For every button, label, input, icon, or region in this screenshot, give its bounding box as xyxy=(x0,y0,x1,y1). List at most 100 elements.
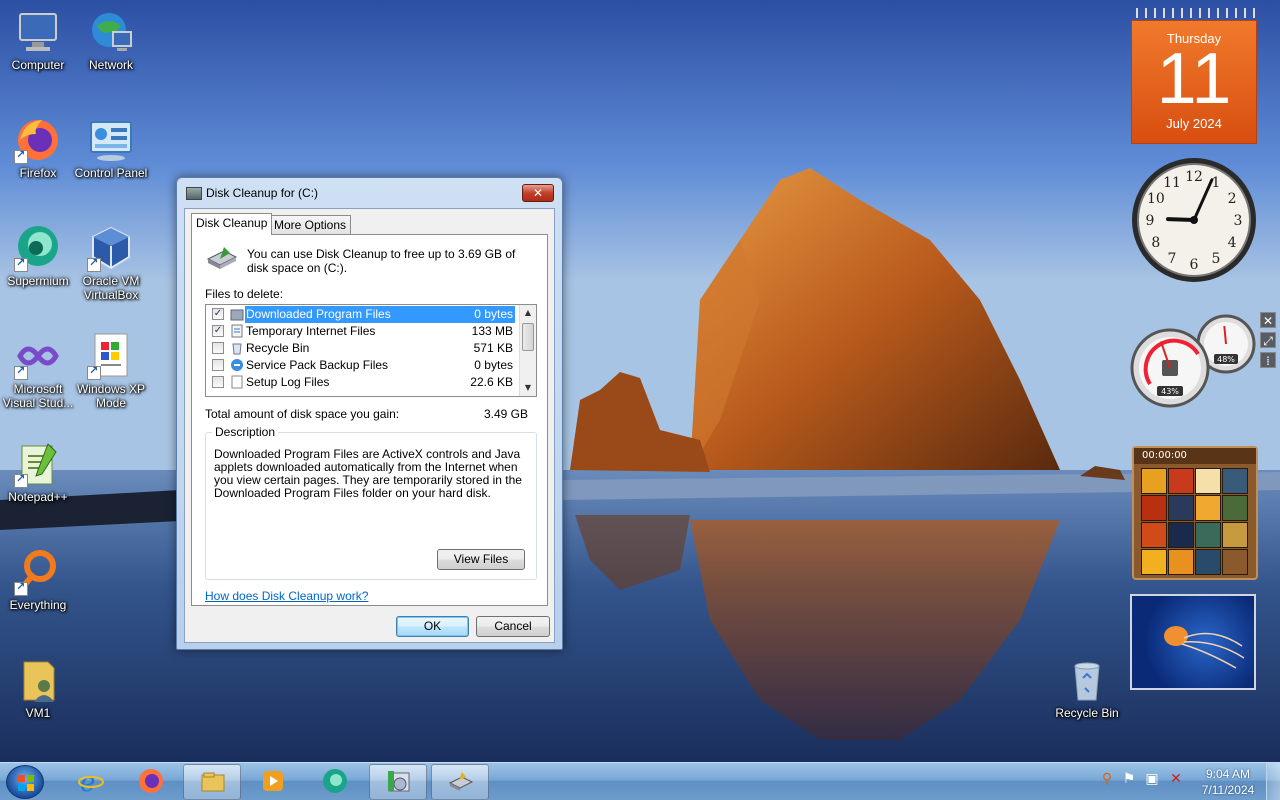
taskbar-time: 9:04 AM xyxy=(1205,767,1251,781)
puzzle-tile[interactable] xyxy=(1168,495,1194,521)
volume-muted-icon[interactable]: ✕ xyxy=(1168,771,1184,787)
total-space-label: Total amount of disk space you gain: xyxy=(205,407,400,421)
shortcut-arrow-icon xyxy=(14,148,28,164)
gadget-toolbar: ✕ ⤢ ⁞ xyxy=(1260,312,1278,376)
calendar-binding-rings xyxy=(1131,8,1257,18)
gadget-close-icon[interactable]: ✕ xyxy=(1260,312,1276,328)
puzzle-tile[interactable] xyxy=(1168,549,1194,575)
puzzle-tile[interactable] xyxy=(1222,468,1248,494)
puzzle-tile[interactable] xyxy=(1222,549,1248,575)
clock-numeral: 7 xyxy=(1168,251,1177,267)
firefox-icon xyxy=(138,768,164,794)
puzzle-tile[interactable] xyxy=(1141,522,1167,548)
category-size: 0 bytes xyxy=(474,358,513,372)
puzzle-tile[interactable] xyxy=(1195,549,1221,575)
cpu-meter-gadget[interactable]: 43% 48% xyxy=(1128,314,1258,408)
category-checkbox[interactable] xyxy=(212,342,224,354)
gadget-resize-icon[interactable]: ⤢ xyxy=(1260,332,1276,348)
puzzle-tile[interactable] xyxy=(1141,495,1167,521)
file-category-row[interactable]: Recycle Bin 571 KB xyxy=(206,340,521,357)
document-icon xyxy=(230,324,244,338)
desktop-icon-computer[interactable]: Computer xyxy=(0,8,76,72)
everything-search-icon xyxy=(14,548,62,596)
tab-more-options[interactable]: More Options xyxy=(269,215,352,234)
desktop-icon-network[interactable]: Network xyxy=(73,8,149,72)
puzzle-tile[interactable] xyxy=(1195,522,1221,548)
desktop-icon-visual-studio[interactable]: Microsoft Visual Stud... xyxy=(0,332,76,410)
file-category-row[interactable]: Service Pack Backup Files 0 bytes xyxy=(206,357,521,374)
shortcut-arrow-icon xyxy=(14,472,28,488)
scroll-up-arrow-icon[interactable]: ▲ xyxy=(520,305,536,321)
dialog-client-area: Disk Cleanup More Options You can use Di… xyxy=(184,208,555,643)
desktop-icon-windows-xp-mode[interactable]: Windows XP Mode xyxy=(73,332,149,410)
show-desktop-button[interactable] xyxy=(1266,763,1280,800)
desktop-icon-recycle-bin[interactable]: Recycle Bin xyxy=(1049,656,1125,720)
calendar-gadget[interactable]: Thursday 11 July 2024 xyxy=(1131,8,1257,144)
taskbar-supermium[interactable] xyxy=(306,764,364,800)
disk-cleanup-tab-panel: You can use Disk Cleanup to free up to 3… xyxy=(191,234,548,606)
view-files-button[interactable]: View Files xyxy=(437,549,525,570)
desktop-icon-supermium[interactable]: Supermium xyxy=(0,224,76,288)
description-legend: Description xyxy=(212,425,279,439)
supermium-icon xyxy=(14,224,62,272)
scroll-thumb[interactable] xyxy=(522,323,534,351)
puzzle-tile[interactable] xyxy=(1222,522,1248,548)
taskbar-media-player[interactable] xyxy=(244,764,302,800)
file-category-row[interactable]: Setup Log Files 22.6 KB xyxy=(206,374,521,391)
clock-gadget[interactable]: 12 1 2 3 4 5 6 7 8 9 10 11 xyxy=(1130,156,1258,284)
service-pack-icon xyxy=(230,358,244,372)
taskbar-internet-explorer[interactable]: e xyxy=(62,764,120,800)
picture-puzzle-gadget[interactable]: 00:00:00 xyxy=(1132,446,1258,580)
clock-numeral: 1 xyxy=(1212,175,1221,191)
disk-cleanup-summary: You can use Disk Cleanup to free up to 3… xyxy=(247,247,516,275)
disk-cleanup-dialog[interactable]: Disk Cleanup for (C:) ✕ Disk Cleanup Mor… xyxy=(176,177,563,650)
category-checkbox[interactable] xyxy=(212,359,224,371)
slideshow-gadget[interactable] xyxy=(1130,594,1256,690)
puzzle-tile[interactable] xyxy=(1195,495,1221,521)
category-checkbox[interactable] xyxy=(212,376,224,388)
search-tray-icon[interactable]: ⚲ xyxy=(1099,771,1115,787)
network-tray-icon[interactable]: ▣ xyxy=(1144,771,1160,787)
action-center-flag-icon[interactable]: ⚑ xyxy=(1121,771,1137,787)
help-link[interactable]: How does Disk Cleanup work? xyxy=(205,589,368,603)
taskbar-program-installer[interactable] xyxy=(369,764,427,800)
calendar-day: 11 xyxy=(1156,39,1232,119)
taskbar-clock[interactable]: 9:04 AM 7/11/2024 xyxy=(1196,766,1260,798)
cancel-button[interactable]: Cancel xyxy=(476,616,550,637)
puzzle-tile[interactable] xyxy=(1168,522,1194,548)
file-category-row[interactable]: ✓ Temporary Internet Files 133 MB xyxy=(206,323,521,340)
media-player-icon xyxy=(260,768,286,794)
category-size: 571 KB xyxy=(473,341,513,355)
desktop-icon-everything[interactable]: Everything xyxy=(0,548,76,612)
taskbar-date: 7/11/2024 xyxy=(1201,783,1255,797)
taskbar-disk-cleanup[interactable] xyxy=(431,764,489,800)
close-button[interactable]: ✕ xyxy=(522,184,554,202)
files-to-delete-list[interactable]: ✓ Downloaded Program Files 0 bytes ✓ Tem… xyxy=(205,304,537,397)
puzzle-tile[interactable] xyxy=(1168,468,1194,494)
start-button[interactable] xyxy=(6,765,44,799)
ok-button[interactable]: OK xyxy=(396,616,469,637)
shortcut-arrow-icon xyxy=(14,580,28,596)
shortcut-arrow-icon xyxy=(14,256,28,272)
scroll-down-arrow-icon[interactable]: ▼ xyxy=(520,380,536,396)
desktop-icon-notepad-plus-plus[interactable]: Notepad++ xyxy=(0,440,76,504)
file-list-scrollbar[interactable]: ▲ ▼ xyxy=(519,305,536,396)
puzzle-grid[interactable] xyxy=(1134,464,1256,579)
puzzle-tile[interactable] xyxy=(1222,495,1248,521)
desktop-icon-control-panel[interactable]: Control Panel xyxy=(73,116,149,180)
desktop-icon-virtualbox[interactable]: Oracle VM VirtualBox xyxy=(73,224,149,302)
taskbar-firefox[interactable] xyxy=(122,764,180,800)
file-category-row[interactable]: ✓ Downloaded Program Files 0 bytes xyxy=(206,306,521,323)
desktop-icon-label: Control Panel xyxy=(74,166,148,180)
desktop-icon-vm1[interactable]: VM1 xyxy=(0,656,76,720)
desktop-icon-firefox[interactable]: Firefox xyxy=(0,116,76,180)
puzzle-tile[interactable] xyxy=(1141,549,1167,575)
tab-disk-cleanup[interactable]: Disk Cleanup xyxy=(191,213,273,235)
category-checkbox[interactable]: ✓ xyxy=(212,325,224,337)
puzzle-tile[interactable] xyxy=(1141,468,1167,494)
category-checkbox[interactable]: ✓ xyxy=(212,308,224,320)
taskbar-file-explorer[interactable] xyxy=(183,764,241,800)
dialog-titlebar[interactable]: Disk Cleanup for (C:) ✕ xyxy=(177,178,562,208)
puzzle-tile[interactable] xyxy=(1195,468,1221,494)
gadget-drag-handle-icon[interactable]: ⁞ xyxy=(1260,352,1276,368)
